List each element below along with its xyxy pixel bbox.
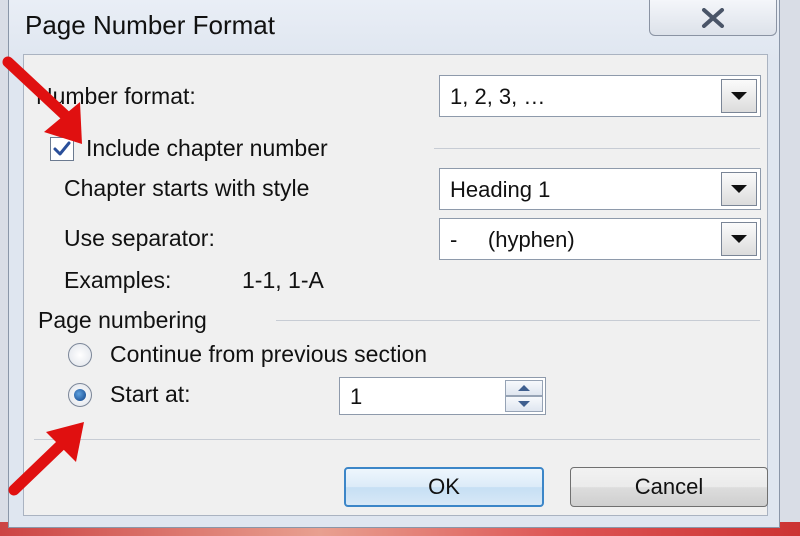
dialog-title: Page Number Format xyxy=(25,10,275,40)
number-format-value: 1, 2, 3, … xyxy=(450,84,546,109)
close-button[interactable] xyxy=(649,0,777,36)
separator-dropdown-button[interactable] xyxy=(721,222,757,256)
annotation-arrow-top xyxy=(2,56,82,144)
start-at-value: 1 xyxy=(350,384,363,409)
page-numbering-group-label: Page numbering xyxy=(38,307,207,333)
chevron-down-icon xyxy=(731,92,747,100)
chevron-down-icon xyxy=(731,235,747,243)
spinner-down-button[interactable] xyxy=(505,396,543,412)
close-icon xyxy=(702,7,724,28)
arrow-down-icon xyxy=(518,401,530,407)
ok-button[interactable]: OK xyxy=(344,467,544,507)
separator-label: Use separator: xyxy=(64,225,215,251)
include-chapter-label[interactable]: Include chapter number xyxy=(86,135,328,162)
start-at-spinner[interactable]: 1 xyxy=(339,377,546,415)
separator-dropdown[interactable]: - (hyphen) xyxy=(439,218,761,260)
buttons-divider xyxy=(34,439,760,440)
arrow-up-icon xyxy=(518,385,530,391)
dialog-body: Number format: 1, 2, 3, … Include chapte… xyxy=(23,54,768,516)
chapter-style-dropdown-button[interactable] xyxy=(721,172,757,206)
continue-label[interactable]: Continue from previous section xyxy=(110,341,427,368)
examples-label: Examples: xyxy=(64,267,172,293)
start-at-radio[interactable] xyxy=(68,383,92,407)
chevron-down-icon xyxy=(731,185,747,193)
spinner-up-button[interactable] xyxy=(505,380,543,396)
page-number-format-dialog: Page Number Format Number format: 1, 2, … xyxy=(8,0,780,528)
chapter-style-dropdown[interactable]: Heading 1 xyxy=(439,168,761,210)
separator-value: - (hyphen) xyxy=(450,227,575,252)
radio-selected-dot xyxy=(74,389,86,401)
annotation-arrow-bottom xyxy=(8,422,84,496)
continue-radio[interactable] xyxy=(68,343,92,367)
chapter-style-value: Heading 1 xyxy=(450,177,551,202)
group-divider xyxy=(434,148,760,149)
number-format-dropdown[interactable]: 1, 2, 3, … xyxy=(439,75,761,117)
cancel-button[interactable]: Cancel xyxy=(570,467,768,507)
chapter-style-label: Chapter starts with style xyxy=(64,175,310,201)
examples-value: 1-1, 1-A xyxy=(242,267,324,293)
start-at-label[interactable]: Start at: xyxy=(110,381,191,408)
spinner-buttons xyxy=(505,380,543,412)
group-divider xyxy=(276,320,760,321)
number-format-dropdown-button[interactable] xyxy=(721,79,757,113)
